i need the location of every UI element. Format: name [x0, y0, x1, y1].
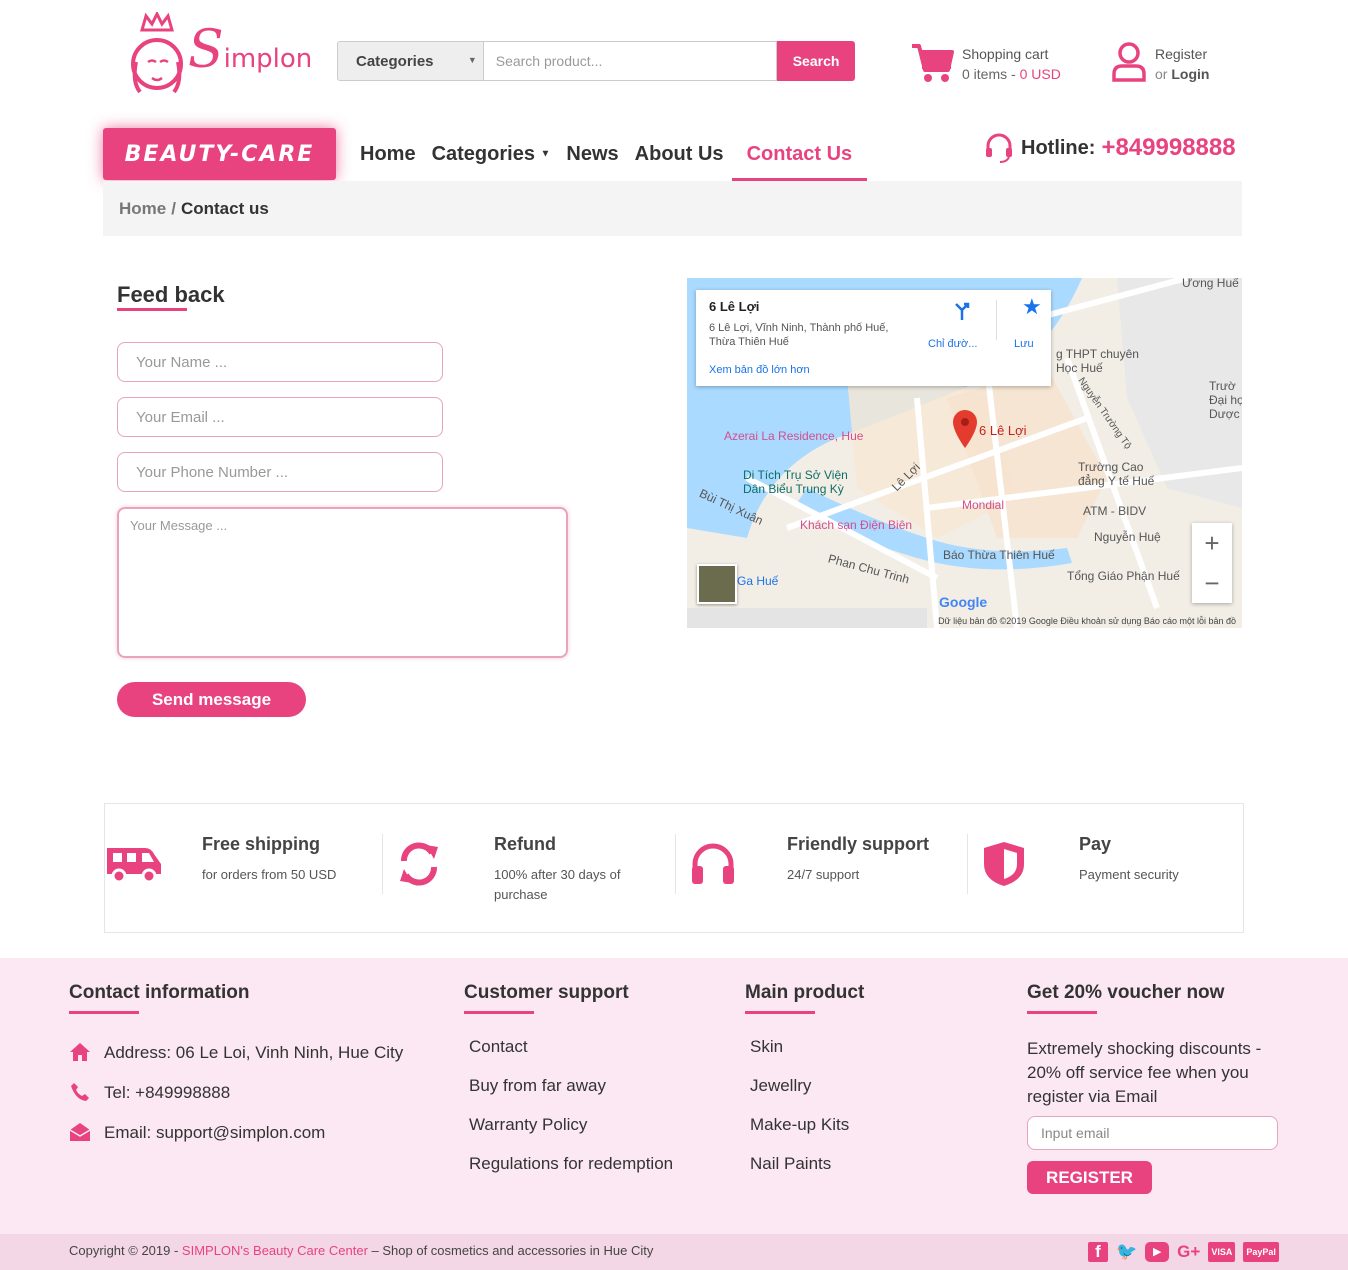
voucher-email-input[interactable]: Input email [1027, 1116, 1278, 1150]
account: Register or Login [1112, 40, 1242, 86]
nav-about[interactable]: About Us [627, 140, 732, 181]
google-plus-icon[interactable]: G+ [1177, 1242, 1200, 1262]
title-underline [117, 308, 187, 311]
breadcrumb: Home / Contact us [103, 181, 1242, 236]
paypal-icon: PayPal [1243, 1242, 1279, 1262]
caret-down-icon: ▼ [467, 55, 477, 65]
voucher-title: Get 20% voucher now [1027, 982, 1225, 1003]
contact-address: Address: 06 Le Loi, Vinh Ninh, Hue City [104, 1043, 404, 1062]
search-input[interactable]: Search product... [483, 41, 778, 81]
refresh-icon [400, 842, 438, 886]
name-field[interactable]: Your Name ... [117, 342, 443, 382]
main-product-title: Main product [745, 982, 865, 1003]
brand-link[interactable]: SIMPLON's Beauty Care Center [182, 1243, 368, 1258]
voucher-text: Extremely shocking discounts - 20% off s… [1027, 1039, 1262, 1106]
product-link[interactable]: Nail Paints [750, 1154, 831, 1174]
zoom-in-button[interactable]: + [1192, 523, 1232, 563]
shopping-cart[interactable]: Shopping cart 0 items - 0 USD [910, 40, 1090, 86]
contact-tel: Tel: +849998888 [104, 1083, 231, 1102]
map[interactable]: 6 Lê Lợi 6 Lê Lợi, Vĩnh Ninh, Thành phố … [687, 278, 1242, 628]
user-icon [1112, 42, 1146, 82]
search-button[interactable]: Search [777, 41, 855, 81]
card-divider [996, 300, 997, 340]
zoom-control: + − [1192, 523, 1232, 603]
feature-refund: Refund 100% after 30 days of purchase [494, 834, 621, 902]
support-link[interactable]: Contact [469, 1037, 528, 1057]
twitter-icon[interactable]: 🐦 [1116, 1242, 1137, 1262]
headphones-icon [692, 843, 734, 884]
cart-icon [912, 44, 954, 82]
product-link[interactable]: Make-up Kits [750, 1115, 849, 1135]
truck-icon [107, 848, 161, 884]
login-link[interactable]: or Login [1155, 66, 1209, 82]
feedback-title: Feed back [117, 282, 225, 307]
headset-icon [986, 133, 1012, 163]
contact-email: Email: support@simplon.com [104, 1123, 326, 1142]
envelope-icon [69, 1123, 91, 1141]
logo-woman-icon [131, 12, 183, 94]
register-link[interactable]: Register [1155, 46, 1207, 62]
directions-link[interactable]: Chỉ đườ... [928, 338, 977, 350]
home-icon [70, 1043, 90, 1061]
facebook-icon[interactable]: f [1088, 1242, 1108, 1262]
message-textarea[interactable]: Your Message ... [117, 507, 568, 658]
product-link[interactable]: Skin [750, 1037, 783, 1057]
youtube-icon[interactable]: ▶ [1145, 1242, 1170, 1262]
cart-title: Shopping cart [962, 46, 1049, 62]
visa-icon: VISA [1208, 1242, 1236, 1262]
register-button[interactable]: REGISTER [1027, 1161, 1152, 1194]
customer-support-title: Customer support [464, 982, 629, 1003]
phone-field[interactable]: Your Phone Number ... [117, 452, 443, 492]
breadcrumb-current: Contact us [180, 198, 269, 218]
features-bar: Free shipping for orders from 50 USD Ref… [104, 803, 1244, 933]
feature-shipping: Free shipping for orders from 50 USD [202, 834, 337, 882]
breadcrumb-home[interactable]: Home [119, 199, 166, 219]
nav-categories[interactable]: Categories ▼ [424, 140, 559, 181]
cart-summary: 0 items - 0 USD [962, 66, 1061, 82]
satellite-toggle[interactable] [697, 564, 737, 604]
social-links: f 🐦 ▶ G+ VISA PayPal [1088, 1242, 1279, 1262]
nav-home[interactable]: Home [352, 140, 424, 181]
hotline: Hotline: +849998888 [983, 132, 1236, 164]
hotline-number[interactable]: +849998888 [1101, 134, 1235, 162]
phone-icon [71, 1083, 89, 1101]
directions-icon[interactable] [951, 300, 973, 322]
map-attribution: Dữ liệu bản đồ ©2019 Google Điều khoản s… [938, 616, 1236, 626]
logo-text: Simplon [188, 20, 313, 80]
place-title: 6 Lê Lợi [709, 299, 760, 314]
copyright-bar: Copyright © 2019 - SIMPLON's Beauty Care… [0, 1234, 1348, 1270]
contact-info-title: Contact information [69, 982, 250, 1003]
map-pin-icon [953, 410, 977, 448]
feature-support: Friendly support 24/7 support [787, 834, 930, 882]
star-icon[interactable]: ★ [1022, 294, 1042, 320]
support-link[interactable]: Warranty Policy [469, 1115, 587, 1135]
main-nav: Home Categories ▼ News About Us Contact … [352, 140, 867, 181]
support-link[interactable]: Regulations for redemption [469, 1154, 673, 1174]
feature-pay: Pay Payment security [1079, 834, 1179, 882]
nav-contact[interactable]: Contact Us [731, 140, 868, 181]
nav-news[interactable]: News [558, 140, 626, 181]
copyright-text: Copyright © 2019 - SIMPLON's Beauty Care… [69, 1243, 654, 1258]
product-link[interactable]: Jewellry [750, 1076, 811, 1096]
save-link[interactable]: Lưu [1014, 338, 1034, 350]
email-field[interactable]: Your Email ... [117, 397, 443, 437]
larger-map-link[interactable]: Xem bản đồ lớn hơn [709, 364, 810, 376]
caret-down-icon: ▼ [540, 148, 551, 160]
shield-icon [984, 842, 1024, 886]
support-link[interactable]: Buy from far away [469, 1076, 606, 1096]
beauty-care-badge: BEAUTY-CARE [103, 128, 336, 180]
search-bar: Categories ▼ Search product... Search [337, 41, 855, 81]
zoom-out-button[interactable]: − [1192, 563, 1232, 603]
place-card: 6 Lê Lợi 6 Lê Lợi, Vĩnh Ninh, Thành phố … [696, 290, 1051, 386]
place-address: 6 Lê Lợi, Vĩnh Ninh, Thành phố Huế, Thừa… [709, 322, 889, 348]
logo[interactable]: Simplon [126, 12, 312, 102]
category-select[interactable]: Categories ▼ [337, 41, 484, 81]
send-message-button[interactable]: Send message [117, 682, 306, 717]
